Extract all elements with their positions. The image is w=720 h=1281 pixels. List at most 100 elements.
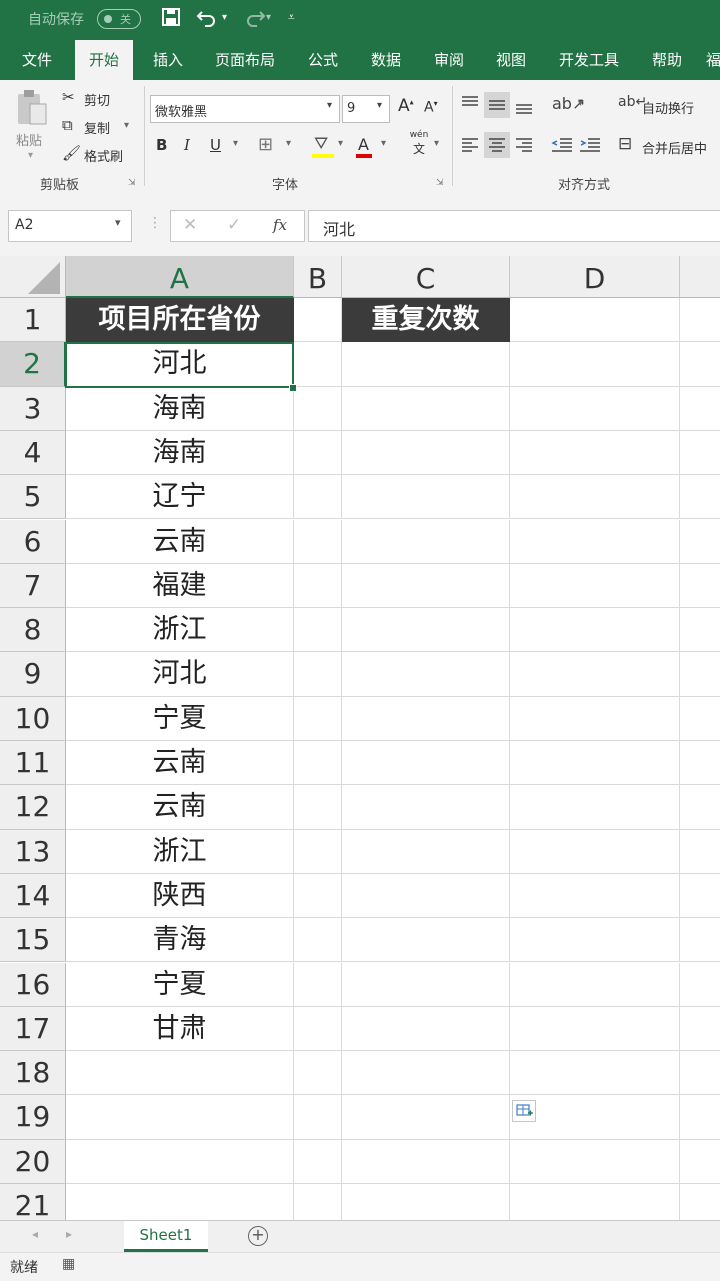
- increase-font-icon[interactable]: A▴: [398, 96, 414, 116]
- cell-A19[interactable]: [66, 1095, 294, 1140]
- formula-input[interactable]: 河北: [308, 210, 720, 242]
- cell-C8[interactable]: [342, 608, 510, 653]
- cell-E20[interactable]: [680, 1140, 720, 1184]
- wrap-text-button[interactable]: 自动换行: [642, 98, 694, 117]
- cell-D20[interactable]: [510, 1139, 680, 1184]
- cell-D8[interactable]: [510, 608, 680, 653]
- cell-C5[interactable]: [342, 475, 510, 520]
- underline-button[interactable]: U: [210, 136, 221, 154]
- cell-A9[interactable]: 河北: [66, 652, 294, 697]
- tab-view[interactable]: 视图: [482, 40, 540, 80]
- cell-E9[interactable]: [680, 652, 720, 697]
- cell-E6[interactable]: [680, 520, 720, 564]
- cell-B7[interactable]: [294, 563, 342, 609]
- select-all-button[interactable]: [0, 256, 66, 298]
- cell-C17[interactable]: [342, 1006, 510, 1052]
- row-header-13[interactable]: 13: [0, 829, 66, 874]
- phonetic-guide-icon[interactable]: wén 文: [408, 130, 430, 157]
- cell-D21[interactable]: [510, 1184, 680, 1220]
- cell-B10[interactable]: [294, 696, 342, 741]
- copy-button[interactable]: 复制: [84, 118, 110, 137]
- cell-B9[interactable]: [294, 652, 342, 697]
- cancel-icon[interactable]: ✕: [183, 215, 197, 235]
- tab-formulas[interactable]: 公式: [294, 40, 352, 80]
- paste-dropdown-icon[interactable]: ▾: [28, 150, 33, 161]
- cell-B6[interactable]: [294, 519, 342, 564]
- cell-E1[interactable]: [680, 298, 720, 343]
- cell-E14[interactable]: [680, 874, 720, 919]
- phonetic-dropdown-icon[interactable]: ▾: [434, 138, 439, 149]
- column-header-c[interactable]: C: [342, 256, 510, 298]
- cell-E8[interactable]: [680, 608, 720, 653]
- quick-analysis-icon[interactable]: [512, 1100, 536, 1122]
- font-size-select[interactable]: 9 ▾: [342, 95, 390, 123]
- row-header-1[interactable]: 1: [0, 298, 66, 343]
- borders-dropdown-icon[interactable]: ▾: [286, 138, 291, 149]
- font-name-select[interactable]: 微软雅黑 ▾: [150, 95, 340, 123]
- cell-D3[interactable]: [510, 386, 680, 431]
- cell-C13[interactable]: [342, 829, 510, 874]
- row-header-4[interactable]: 4: [0, 430, 66, 476]
- cell-A20[interactable]: [66, 1139, 294, 1184]
- cell-E10[interactable]: [680, 697, 720, 741]
- column-header-b[interactable]: B: [294, 256, 342, 298]
- align-bottom-icon[interactable]: [512, 92, 536, 118]
- font-color-dropdown-icon[interactable]: ▾: [381, 138, 386, 149]
- tab-data[interactable]: 数据: [357, 40, 415, 80]
- align-center-icon[interactable]: [484, 132, 510, 158]
- italic-button[interactable]: I: [184, 136, 190, 154]
- row-header-21[interactable]: 21: [0, 1184, 66, 1220]
- column-header-d[interactable]: D: [510, 256, 680, 298]
- format-painter-button[interactable]: 格式刷: [84, 146, 123, 165]
- macro-record-icon[interactable]: ▦: [62, 1256, 75, 1272]
- cell-E4[interactable]: [680, 431, 720, 476]
- cell-D14[interactable]: [510, 873, 680, 919]
- cell-A8[interactable]: 浙江: [66, 608, 294, 653]
- cell-A11[interactable]: 云南: [66, 741, 294, 786]
- redo-dropdown-icon[interactable]: ▾: [266, 12, 271, 23]
- cell-A16[interactable]: 宁夏: [66, 962, 294, 1007]
- cell-C19[interactable]: [342, 1095, 510, 1140]
- add-sheet-icon[interactable]: +: [248, 1226, 268, 1246]
- insert-function-button[interactable]: fx: [273, 216, 287, 234]
- customize-toolbar-icon[interactable]: ⩡: [288, 10, 295, 25]
- cell-D11[interactable]: [510, 741, 680, 786]
- cell-B17[interactable]: [294, 1006, 342, 1052]
- cell-A3[interactable]: 海南: [66, 386, 294, 431]
- cell-C9[interactable]: [342, 652, 510, 697]
- merge-center-icon[interactable]: ⊟: [618, 134, 632, 154]
- cell-D13[interactable]: [510, 829, 680, 874]
- cell-B11[interactable]: [294, 741, 342, 786]
- cell-A18[interactable]: [66, 1051, 294, 1096]
- cell-A12[interactable]: 云南: [66, 785, 294, 830]
- cell-E15[interactable]: [680, 918, 720, 963]
- cell-D5[interactable]: [510, 475, 680, 520]
- cell-B21[interactable]: [294, 1184, 342, 1220]
- font-launcher-icon[interactable]: ⇲: [436, 178, 444, 188]
- font-color-button[interactable]: A: [358, 135, 369, 154]
- enter-icon[interactable]: ✓: [227, 215, 241, 235]
- row-header-17[interactable]: 17: [0, 1006, 66, 1052]
- cell-B8[interactable]: [294, 608, 342, 653]
- row-header-7[interactable]: 7: [0, 563, 66, 609]
- cell-B18[interactable]: [294, 1051, 342, 1096]
- cell-C3[interactable]: [342, 386, 510, 431]
- cell-E12[interactable]: [680, 785, 720, 830]
- cell-D4[interactable]: [510, 430, 680, 476]
- cell-C11[interactable]: [342, 741, 510, 786]
- cell-B1[interactable]: [294, 298, 342, 343]
- cell-B20[interactable]: [294, 1139, 342, 1184]
- cell-B4[interactable]: [294, 430, 342, 476]
- copy-icon[interactable]: ⧉: [62, 116, 73, 134]
- tab-overflow[interactable]: 福: [706, 40, 720, 80]
- cell-A14[interactable]: 陕西: [66, 873, 294, 919]
- cell-E5[interactable]: [680, 475, 720, 520]
- worksheet-grid[interactable]: ABCD 1 2 3 4 5 6 7 8 9 10 11 12 13 14 15 16 17 18 19 20 21 项…: [0, 256, 720, 1220]
- scroll-right-icon[interactable]: ▸: [66, 1227, 72, 1241]
- cell-C12[interactable]: [342, 785, 510, 830]
- cell-C6[interactable]: [342, 519, 510, 564]
- cell-E3[interactable]: [680, 387, 720, 431]
- cell-D6[interactable]: [510, 519, 680, 564]
- tab-page-layout[interactable]: 页面布局: [206, 40, 284, 80]
- paste-icon[interactable]: [14, 88, 50, 128]
